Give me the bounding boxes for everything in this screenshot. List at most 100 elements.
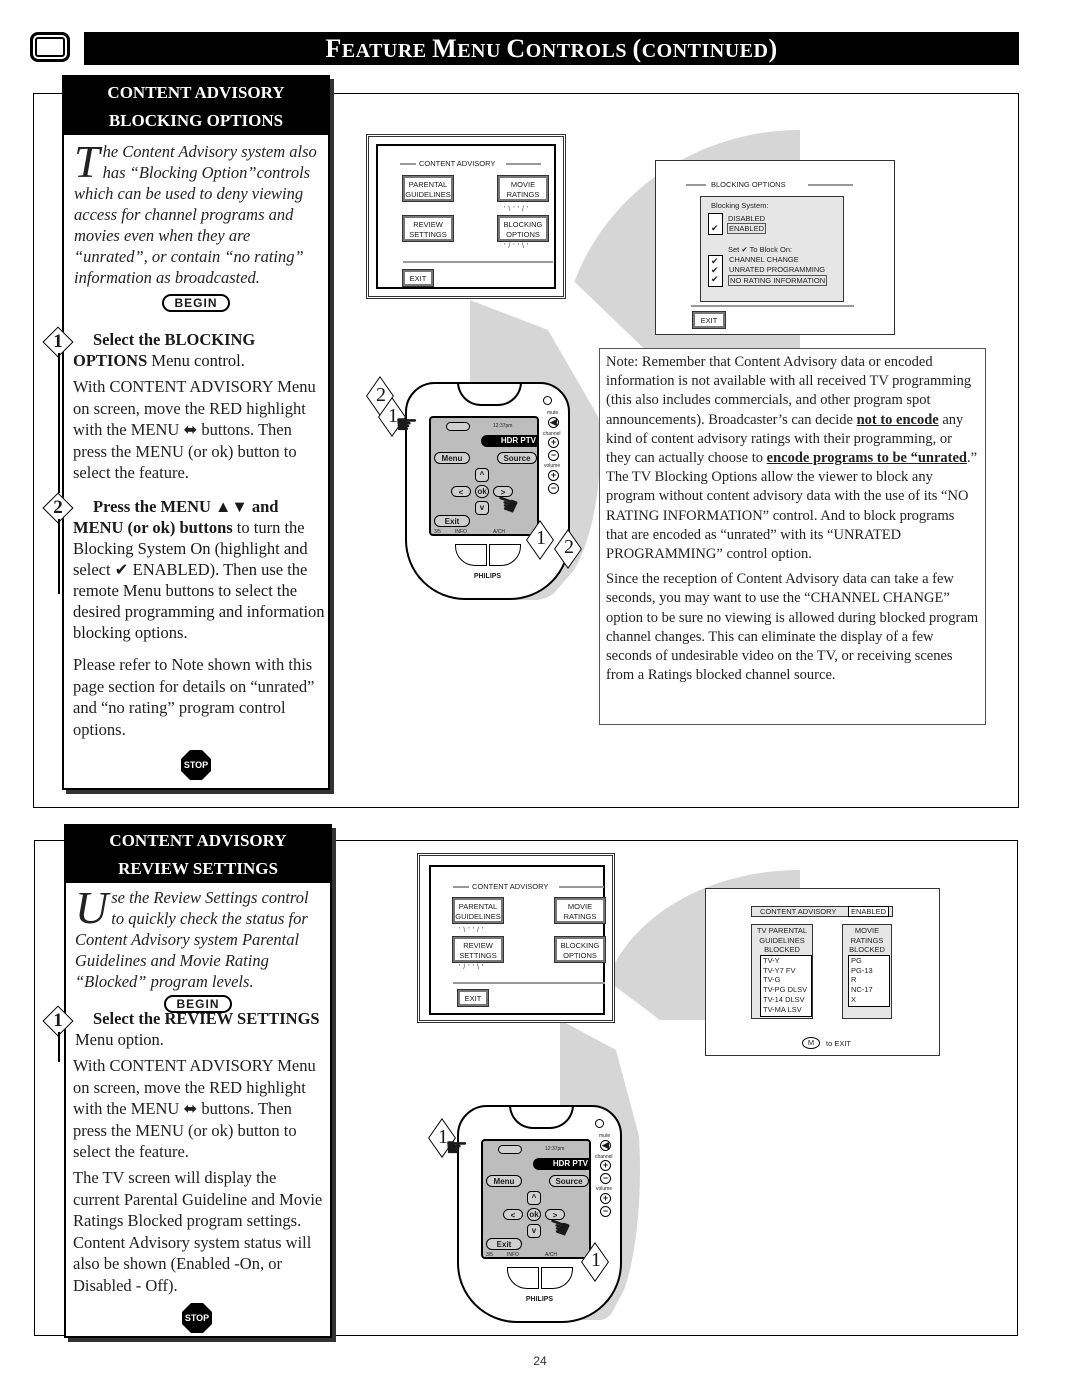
led-indicator	[595, 1119, 604, 1128]
blocking-options-title: BLOCKING OPTIONS	[708, 180, 789, 189]
step-2-heading: Press the MENU ▲▼ and MENU (or ok) butto…	[73, 497, 325, 642]
mute-button[interactable]: ◀	[548, 417, 559, 428]
callout-number: 1	[591, 1249, 601, 1271]
list-item: TV-G	[763, 975, 781, 985]
note-paragraph-3: Since the reception of Content Advisory …	[606, 571, 979, 684]
volume-down-button[interactable]: −	[600, 1206, 611, 1217]
list-item: TV-14 DLSV	[763, 994, 805, 1004]
review-settings-screen: CONTENT ADVISORY ENABLED TV PARENTAL GUI…	[705, 888, 940, 1056]
channel-down-button[interactable]: −	[600, 1173, 611, 1184]
highlight-rays: '/''\'	[504, 243, 532, 250]
remote-control: 12:37pm HDR PTV Menu Source ^ < ok > v E…	[457, 1105, 622, 1323]
callout-number: 1	[536, 527, 546, 549]
begin-icon: BEGIN	[162, 294, 230, 312]
page-indicator: 3/5	[486, 1252, 493, 1258]
set-to-block-label: Set ✔ To Block On:	[728, 245, 793, 254]
volume-down-button[interactable]: −	[548, 483, 559, 494]
remote-menu-button[interactable]: Menu	[434, 452, 470, 464]
channel-up-button[interactable]: +	[548, 437, 559, 448]
step-1-result: The TV screen will display the current P…	[73, 1168, 323, 1295]
step-number: 1	[53, 331, 63, 352]
movie-ratings-button[interactable]: MOVIE RATINGS	[554, 897, 606, 924]
blocking-options-screen: BLOCKING OPTIONS Blocking System: ✔ DISA…	[655, 160, 895, 335]
stop-icon: STOP	[182, 1303, 212, 1333]
exit-button[interactable]: EXIT	[692, 311, 726, 329]
remote-exit-button[interactable]: Exit	[486, 1238, 522, 1250]
list-item: X	[851, 994, 857, 1004]
home-icon[interactable]	[498, 1145, 522, 1154]
remote-top-cap	[457, 382, 522, 406]
ok-button[interactable]: ok	[475, 485, 489, 498]
blocking-options-button[interactable]: BLOCKING OPTIONS	[497, 215, 549, 242]
page-title: FEATURE MENU CONTROLS (CONTINUED)	[84, 32, 1019, 65]
block-checkboxes[interactable]: ✔ ✔ ✔	[708, 255, 723, 287]
list-item: TV-Y	[763, 956, 780, 965]
exit-button[interactable]: EXIT	[402, 269, 434, 287]
down-arrow-button[interactable]: v	[527, 1224, 541, 1238]
channel-change-option[interactable]: CHANNEL CHANGE	[729, 255, 799, 264]
remote-source-button[interactable]: Source	[549, 1175, 589, 1187]
review-settings-button[interactable]: REVIEW SETTINGS	[452, 936, 504, 963]
left-soft-key[interactable]	[507, 1267, 539, 1289]
channel-down-button[interactable]: −	[548, 450, 559, 461]
channel-up-button[interactable]: +	[600, 1160, 611, 1171]
movie-ratings-panel: MOVIE RATINGS BLOCKED PG PG-13 R NC-17 X	[842, 924, 892, 1019]
note-paragraph-1: Note: Remember that Content Advisory dat…	[606, 354, 978, 467]
down-arrow-button[interactable]: v	[475, 501, 489, 515]
tv-icon	[30, 32, 70, 62]
step-2-body: Please refer to Note shown with this pag…	[73, 655, 315, 739]
right-soft-key[interactable]	[541, 1267, 573, 1289]
review-settings-button[interactable]: REVIEW SETTINGS	[402, 215, 454, 242]
mute-button[interactable]: ◀	[600, 1140, 611, 1151]
mute-label: mute	[547, 410, 559, 416]
step-line	[58, 1032, 60, 1062]
movie-ratings-button[interactable]: MOVIE RATINGS	[497, 175, 549, 202]
remote-touchscreen: 12:37pm HDR PTV Menu Source ^ < ok > v E…	[429, 416, 539, 536]
remote-top-cap	[509, 1105, 574, 1129]
disabled-option[interactable]: DISABLED	[728, 214, 765, 223]
stop-icon: STOP	[181, 750, 211, 780]
content-advisory-menu-screen: CONTENT ADVISORY PARENTAL GUIDELINES MOV…	[366, 134, 566, 299]
remote-menu-button[interactable]: Menu	[486, 1175, 522, 1187]
left-arrow-button[interactable]: <	[451, 486, 471, 497]
unrated-programming-option[interactable]: UNRATED PROGRAMMING	[729, 265, 825, 274]
info-label: INFO	[455, 529, 467, 535]
pointing-hand-icon: ☛	[395, 410, 419, 439]
system-checkbox[interactable]: ✔	[708, 213, 723, 235]
intro-text: The Content Advisory system also has “Bl…	[74, 136, 317, 288]
check-icon: ✔	[711, 274, 719, 284]
blocking-options-button[interactable]: BLOCKING OPTIONS	[554, 936, 606, 963]
content-advisory-menu-screen: CONTENT ADVISORY PARENTAL GUIDELINES MOV…	[417, 853, 615, 1023]
step-line	[58, 519, 60, 594]
ok-button[interactable]: ok	[527, 1208, 541, 1221]
volume-up-button[interactable]: +	[600, 1193, 611, 1204]
volume-up-button[interactable]: +	[548, 470, 559, 481]
led-indicator	[543, 396, 552, 405]
exit-button[interactable]: EXIT	[457, 989, 489, 1007]
parental-guidelines-button[interactable]: PARENTAL GUIDELINES	[402, 175, 454, 202]
remote-exit-button[interactable]: Exit	[434, 515, 470, 527]
intro-text: Use the Review Settings control to quick…	[75, 882, 309, 992]
right-soft-key[interactable]	[489, 544, 521, 566]
enabled-option[interactable]: ENABLED	[727, 223, 767, 234]
device-label: HDR PTV	[481, 435, 539, 447]
up-arrow-button[interactable]: ^	[475, 468, 489, 482]
step-1-heading: Select the BLOCKING OPTIONS Menu control…	[73, 330, 256, 370]
remote-source-button[interactable]: Source	[497, 452, 537, 464]
highlight-rays: '/''\'	[459, 964, 487, 971]
no-rating-information-option[interactable]: NO RATING INFORMATION	[728, 275, 828, 286]
left-arrow-button[interactable]: <	[503, 1209, 523, 1220]
exit-hint: to EXIT	[826, 1039, 852, 1048]
parental-guidelines-button[interactable]: PARENTAL GUIDELINES	[452, 897, 504, 924]
step-number: 1	[53, 1010, 63, 1031]
brand-logo: PHILIPS	[473, 573, 502, 580]
menu-title: CONTENT ADVISORY	[469, 882, 552, 891]
menu-title: CONTENT ADVISORY	[416, 159, 499, 168]
home-icon[interactable]	[446, 422, 470, 431]
menu-key-icon: M	[802, 1037, 820, 1049]
volume-label: volume	[596, 1186, 613, 1192]
left-soft-key[interactable]	[455, 544, 487, 566]
step-1-body: With CONTENT ADVISORY Menu on screen, mo…	[73, 1056, 316, 1161]
list-item: PG	[851, 956, 862, 965]
up-arrow-button[interactable]: ^	[527, 1191, 541, 1205]
